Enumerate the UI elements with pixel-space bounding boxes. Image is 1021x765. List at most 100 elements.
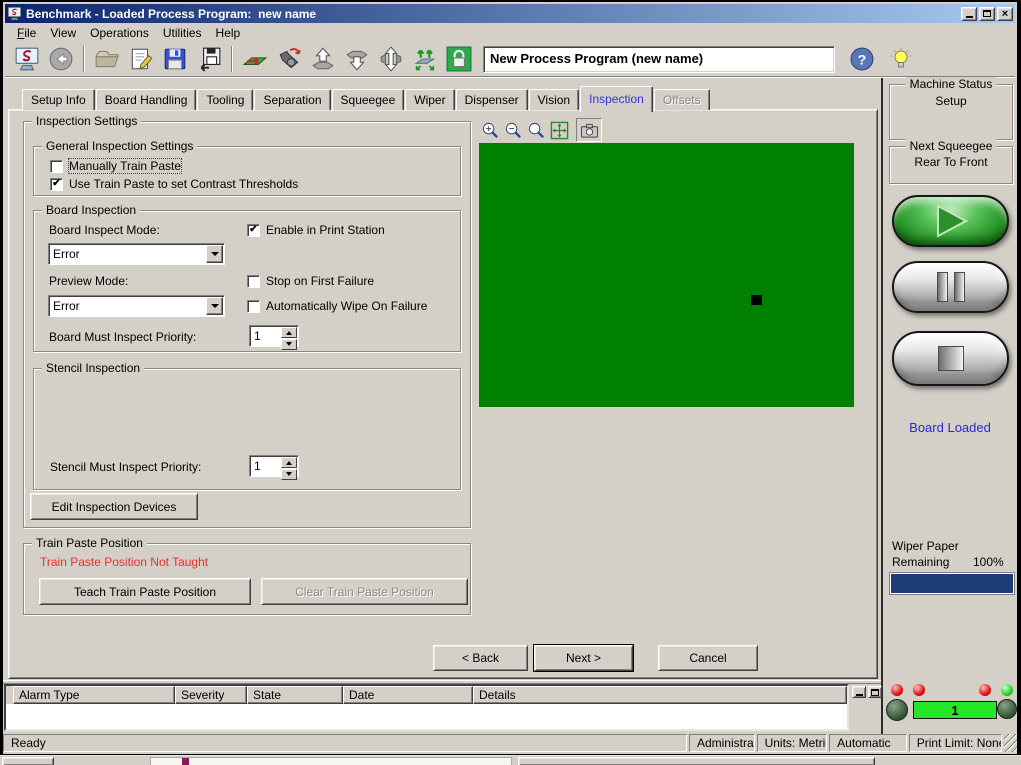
stop-on-first-failure-checkbox[interactable]: ✔ Stop on First Failure <box>247 274 374 288</box>
minimize-button[interactable] <box>961 7 977 21</box>
program-name-field[interactable]: New Process Program (new name) <box>483 46 835 73</box>
tab-setup-info[interactable]: Setup Info <box>22 89 95 110</box>
save-as-icon[interactable] <box>195 45 223 73</box>
spin-up-button[interactable] <box>281 457 297 468</box>
alarm-table-header: Alarm Type Severity State Date Details <box>6 686 847 704</box>
tab-dispenser[interactable]: Dispenser <box>456 89 528 110</box>
menu-file[interactable]: File <box>11 25 42 41</box>
tab-offsets: Offsets <box>654 89 710 110</box>
alarm-col-state[interactable]: State <box>247 686 343 704</box>
tab-vision[interactable]: Vision <box>529 89 579 110</box>
minimize-icon <box>966 16 973 18</box>
tab-separation[interactable]: Separation <box>254 89 330 110</box>
pause-button[interactable] <box>892 261 1009 313</box>
taskbar-window-button[interactable] <box>518 757 875 765</box>
preview-mode-value: Error <box>49 299 205 313</box>
tip-lightbulb-icon[interactable] <box>888 47 913 72</box>
indicator-lamp-icon[interactable] <box>886 699 908 721</box>
tab-bar: Setup Info Board Handling Tooling Separa… <box>22 86 711 110</box>
enable-in-print-station-checkbox[interactable]: ✔ Enable in Print Station <box>247 223 385 237</box>
clear-train-paste-button: Clear Train Paste Position <box>261 578 468 605</box>
board-priority-label: Board Must Inspect Priority: <box>49 330 196 344</box>
back-arrow-icon[interactable] <box>47 45 75 73</box>
checkbox-box[interactable]: ✔ <box>50 178 63 191</box>
alarm-panel: Alarm Type Severity State Date Details <box>4 684 849 731</box>
maximize-button[interactable] <box>979 7 995 21</box>
spin-up-button[interactable] <box>281 327 297 338</box>
spin-down-button[interactable] <box>281 339 297 350</box>
checkbox-box[interactable]: ✔ <box>247 275 260 288</box>
taskbar-quicklaunch[interactable] <box>150 757 512 765</box>
stencil-priority-value[interactable]: 1 <box>250 456 280 476</box>
teach-train-paste-button[interactable]: Teach Train Paste Position <box>39 578 251 605</box>
edit-program-icon[interactable] <box>127 45 155 73</box>
chevron-down-icon[interactable] <box>206 297 223 315</box>
lower-table-icon[interactable] <box>343 45 371 73</box>
zoom-out-icon[interactable] <box>502 120 524 141</box>
resize-grip[interactable] <box>1004 734 1017 752</box>
move-updown-icon[interactable] <box>377 45 405 73</box>
open-program-icon[interactable] <box>93 45 121 73</box>
zoom-in-icon[interactable] <box>479 120 501 141</box>
tab-squeegee[interactable]: Squeegee <box>332 89 405 110</box>
checkbox-box[interactable]: ✔ <box>247 300 260 313</box>
next-button[interactable]: Next > <box>534 645 633 671</box>
board-priority-spinner[interactable]: 1 <box>249 325 299 347</box>
board-inspection-title: Board Inspection <box>42 203 140 217</box>
indicator-lamp-icon[interactable] <box>997 699 1017 719</box>
alarm-empty-row[interactable] <box>6 704 847 720</box>
alarm-col-details[interactable]: Details <box>473 686 847 704</box>
camera-icon[interactable] <box>275 45 303 73</box>
board-priority-value[interactable]: 1 <box>250 326 280 346</box>
taskbar-button[interactable] <box>2 757 54 765</box>
save-icon[interactable] <box>161 45 189 73</box>
alarm-panel-collapse-button[interactable] <box>852 686 866 698</box>
use-train-paste-checkbox[interactable]: ✔ Use Train Paste to set Contrast Thresh… <box>50 177 298 191</box>
back-button[interactable]: < Back <box>433 645 528 671</box>
maximize-icon <box>983 10 991 17</box>
spin-down-button[interactable] <box>281 469 297 480</box>
camera-video-view[interactable] <box>479 143 854 407</box>
pan-icon[interactable] <box>548 120 570 141</box>
checkbox-box[interactable]: ✔ <box>247 224 260 237</box>
menu-help[interactable]: Help <box>210 25 247 41</box>
alarm-panel-expand-button[interactable] <box>868 686 882 698</box>
menu-view[interactable]: View <box>44 25 82 41</box>
lock-icon[interactable] <box>445 45 473 73</box>
tab-tooling[interactable]: Tooling <box>197 89 253 110</box>
menu-operations[interactable]: Operations <box>84 25 155 41</box>
machine-sidebar: Machine Status Setup Next Squeegee Rear … <box>881 78 1017 734</box>
tab-inspection[interactable]: Inspection <box>580 86 653 112</box>
start-button[interactable] <box>892 195 1009 247</box>
load-board-icon[interactable] <box>241 45 269 73</box>
raise-table-icon[interactable] <box>309 45 337 73</box>
alarm-col-severity[interactable]: Severity <box>175 686 247 704</box>
cancel-button[interactable]: Cancel <box>658 645 758 671</box>
tab-board-handling[interactable]: Board Handling <box>96 89 197 110</box>
taskbar-app-icon <box>182 758 189 765</box>
preview-mode-select[interactable]: Error <box>48 295 225 317</box>
status-mode: Automatic <box>829 734 907 752</box>
edit-inspection-devices-button[interactable]: Edit Inspection Devices <box>30 493 198 520</box>
alarm-col-type[interactable]: Alarm Type <box>13 686 175 704</box>
checkbox-box[interactable]: ✔ <box>50 160 63 173</box>
machine-status-value: Setup <box>890 94 1012 108</box>
stencil-priority-spinner[interactable]: 1 <box>249 455 299 477</box>
train-paste-status-text: Train Paste Position Not Taught <box>40 555 208 569</box>
board-inspect-mode-select[interactable]: Error <box>48 243 225 265</box>
board-inspect-mode-label: Board Inspect Mode: <box>49 223 160 237</box>
menu-utilities[interactable]: Utilities <box>157 25 208 41</box>
help-icon[interactable]: ? <box>849 47 874 72</box>
home-axes-icon[interactable] <box>411 45 439 73</box>
alarm-col-date[interactable]: Date <box>343 686 473 704</box>
magnifier-icon[interactable] <box>525 120 547 141</box>
tab-wiper[interactable]: Wiper <box>405 89 454 110</box>
benchmark-home-icon[interactable] <box>13 45 41 73</box>
snapshot-camera-icon[interactable] <box>576 118 602 142</box>
title-bar[interactable]: Benchmark - Loaded Process Program: new … <box>5 4 1015 23</box>
manually-train-paste-checkbox[interactable]: ✔ Manually Train Paste <box>50 159 181 173</box>
close-button[interactable]: × <box>997 7 1013 21</box>
chevron-down-icon[interactable] <box>206 245 223 263</box>
stop-button[interactable] <box>892 331 1009 386</box>
auto-wipe-on-failure-checkbox[interactable]: ✔ Automatically Wipe On Failure <box>247 299 427 313</box>
